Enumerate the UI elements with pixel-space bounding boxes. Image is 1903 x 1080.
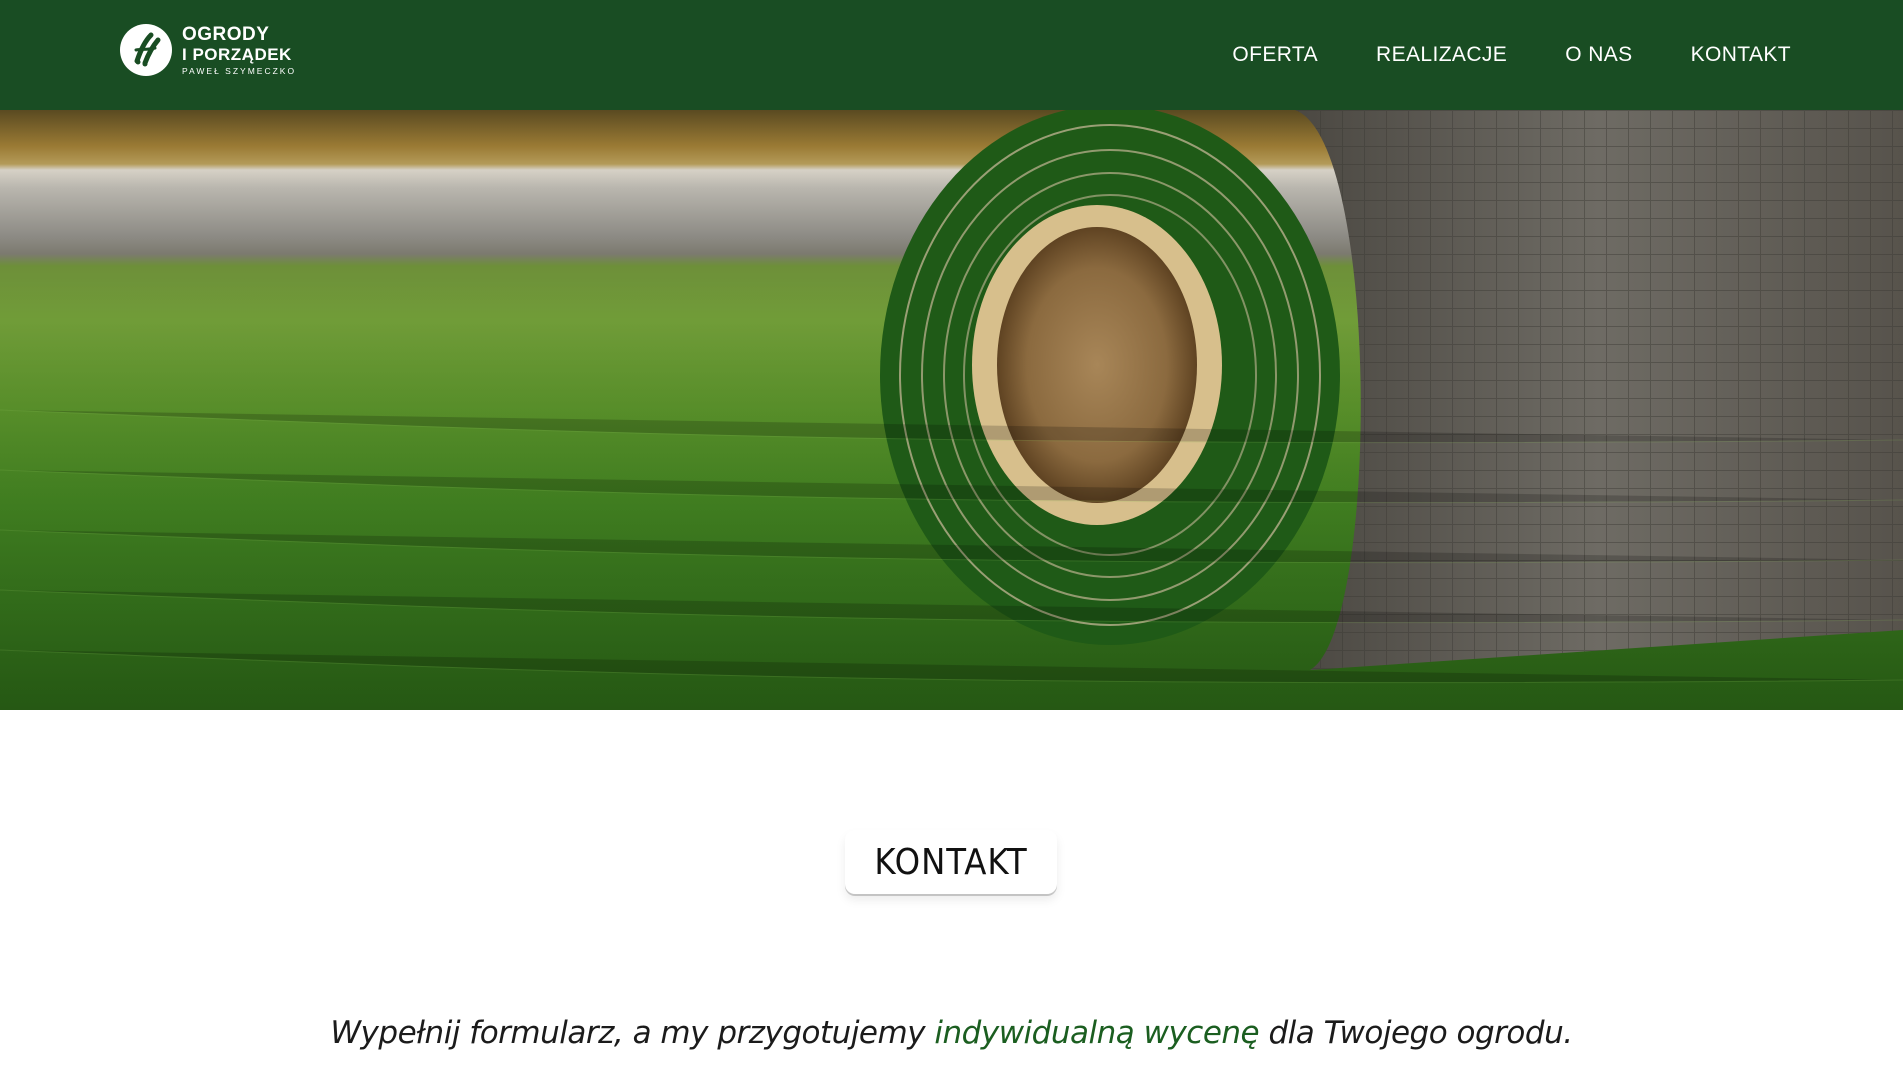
intro-text-end: dla Twojego ogrodu. [1259, 1015, 1573, 1051]
garden-tools-icon [120, 24, 172, 76]
brand-logo[interactable]: OGRODY I PORZĄDEK PAWEŁ SZYMECZKO [120, 22, 296, 78]
brand-wordmark: OGRODY I PORZĄDEK PAWEŁ SZYMECZKO [182, 25, 296, 76]
page: OGRODY I PORZĄDEK PAWEŁ SZYMECZKO OFERTA… [0, 0, 1903, 1080]
brand-owner: PAWEŁ SZYMECZKO [182, 65, 297, 76]
intro-highlight: indywidualną wycenę [934, 1015, 1260, 1051]
contact-intro-text: Wypełnij formularz, a my przygotujemy in… [0, 1015, 1903, 1051]
brand-line-1: OGRODY [182, 23, 270, 45]
site-header: OGRODY I PORZĄDEK PAWEŁ SZYMECZKO OFERTA… [0, 0, 1903, 110]
nav-item-kontakt[interactable]: KONTAKT [1662, 43, 1791, 67]
rolled-artificial-grass-photo [0, 110, 1903, 710]
nav-item-oferta[interactable]: OFERTA [1203, 43, 1347, 67]
section-title: KONTAKT [874, 841, 1028, 883]
hero-image [0, 110, 1903, 710]
intro-text-start: Wypełnij formularz, a my przygotujemy [330, 1015, 935, 1051]
main-nav: OFERTA REALIZACJE O NAS KONTAKT [1203, 0, 1791, 110]
brand-line-2: I PORZĄDEK [182, 44, 292, 64]
nav-item-realizacje[interactable]: REALIZACJE [1347, 43, 1536, 67]
nav-item-o-nas[interactable]: O NAS [1536, 43, 1661, 67]
section-title-badge: KONTAKT [845, 830, 1057, 894]
contact-section: KONTAKT Wypełnij formularz, a my przygot… [0, 710, 1903, 1080]
